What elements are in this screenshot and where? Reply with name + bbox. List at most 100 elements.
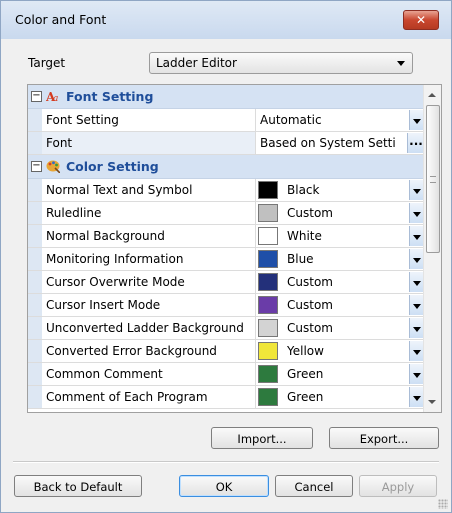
property-name: Converted Error Background [46,344,217,358]
property-value: Green [287,367,324,381]
chevron-down-icon [413,396,421,401]
chevron-down-icon [413,373,421,378]
collapse-toggle-icon[interactable]: − [31,161,42,172]
color-swatch [258,319,278,337]
property-name: Comment of Each Program [46,390,208,404]
import-button[interactable]: Import... [211,427,313,449]
scroll-down-icon[interactable] [428,400,436,404]
cancel-button[interactable]: Cancel [275,475,353,497]
ellipsis-button[interactable]: ... [407,133,424,153]
target-select[interactable]: Ladder Editor [149,52,413,74]
row-gutter [28,294,42,316]
property-name: Unconverted Ladder Background [46,321,244,335]
color-swatch [258,204,278,222]
apply-button: Apply [359,475,437,497]
color-swatch [258,250,278,268]
row-gutter [28,271,42,293]
category-font-setting: − A a Font Setting [28,85,424,109]
close-button[interactable]: ✕ [403,10,439,30]
chevron-down-icon [413,258,421,263]
scrollbar-thumb[interactable] [426,105,440,253]
collapse-toggle-icon[interactable]: − [31,91,42,102]
property-name: Ruledline [46,206,102,220]
property-row-color[interactable]: Cursor Insert Mode Custom [28,294,424,317]
color-swatch [258,181,278,199]
property-row-color[interactable]: Comment of Each Program Green [28,386,424,409]
property-value: Yellow [287,344,324,358]
property-row-font-setting[interactable]: Font Setting Automatic [28,109,424,132]
column-divider [255,225,256,247]
property-value: Black [287,183,320,197]
column-divider [255,132,256,154]
title-bar: Color and Font ✕ [1,1,451,39]
selected-highlight [42,132,255,154]
property-value: Based on System Setti [260,136,396,150]
dropdown-button[interactable] [409,110,424,130]
row-gutter [28,248,42,270]
dropdown-button[interactable] [409,180,424,200]
back-to-default-button[interactable]: Back to Default [14,475,142,497]
property-name: Common Comment [46,367,163,381]
target-select-value: Ladder Editor [156,56,237,70]
row-gutter [28,179,42,201]
column-divider [255,179,256,201]
property-name: Font [46,136,73,150]
vertical-scrollbar[interactable] [423,85,441,412]
row-gutter [28,317,42,339]
property-value: White [287,229,322,243]
property-row-color[interactable]: Common Comment Green [28,363,424,386]
chevron-down-icon [413,281,421,286]
column-divider [255,109,256,131]
chevron-down-icon [397,61,405,66]
color-swatch [258,273,278,291]
dropdown-button[interactable] [409,203,424,223]
column-divider [255,386,256,408]
chevron-down-icon [413,212,421,217]
row-gutter [28,363,42,385]
resize-grip-icon[interactable] [438,499,448,509]
chevron-down-icon [413,119,421,124]
property-row-color[interactable]: Unconverted Ladder Background Custom [28,317,424,340]
dropdown-button[interactable] [409,318,424,338]
color-swatch [258,342,278,360]
dropdown-button[interactable] [409,272,424,292]
column-divider [255,271,256,293]
column-divider [255,363,256,385]
property-row-color[interactable]: Converted Error Background Yellow [28,340,424,363]
palette-icon [46,160,60,173]
chevron-down-icon [413,189,421,194]
property-row-color[interactable]: Normal Background White [28,225,424,248]
category-color-setting: − Color Setting [28,155,424,179]
dropdown-button[interactable] [409,226,424,246]
dropdown-button[interactable] [409,295,424,315]
property-name: Monitoring Information [46,252,184,266]
color-swatch [258,296,278,314]
export-button[interactable]: Export... [329,427,439,449]
separator [13,461,439,463]
property-row-color[interactable]: Normal Text and Symbol Black [28,179,424,202]
dropdown-button[interactable] [409,341,424,361]
dropdown-button[interactable] [409,249,424,269]
property-rows: − A a Font Setting Font Setting Automati… [28,85,424,409]
category-label: Font Setting [66,89,154,104]
property-name: Font Setting [46,113,119,127]
svg-text:a: a [53,94,58,103]
scroll-up-icon[interactable] [428,93,436,97]
property-row-color[interactable]: Ruledline Custom [28,202,424,225]
chevron-down-icon [413,327,421,332]
column-divider [255,317,256,339]
property-row-font[interactable]: Font Based on System Setti ... [28,132,424,155]
row-gutter [28,132,42,154]
ok-button[interactable]: OK [179,475,269,497]
color-swatch [258,388,278,406]
property-row-color[interactable]: Monitoring Information Blue [28,248,424,271]
property-name: Normal Text and Symbol [46,183,193,197]
property-name: Cursor Insert Mode [46,298,161,312]
column-divider [255,248,256,270]
dropdown-button[interactable] [409,387,424,407]
property-value: Custom [287,321,333,335]
property-value: Green [287,390,324,404]
property-row-color[interactable]: Cursor Overwrite Mode Custom [28,271,424,294]
dropdown-button[interactable] [409,364,424,384]
chevron-down-icon [413,350,421,355]
